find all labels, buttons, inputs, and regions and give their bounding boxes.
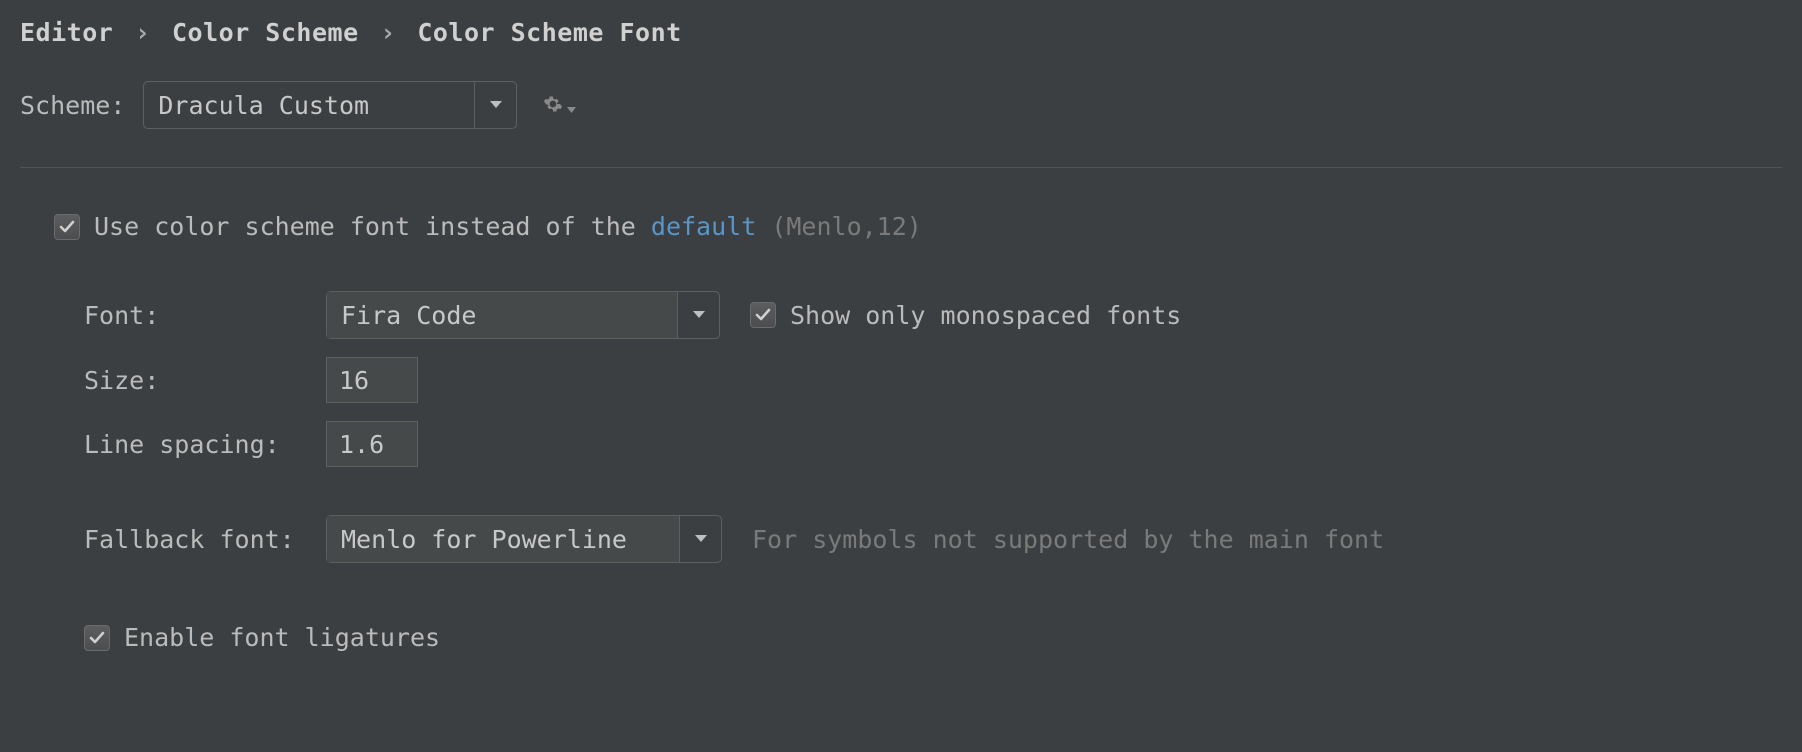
fallback-font-hint: For symbols not supported by the main fo… <box>752 525 1384 554</box>
scheme-label: Scheme: <box>20 91 125 120</box>
breadcrumb-item-color-scheme[interactable]: Color Scheme <box>172 18 359 47</box>
chevron-down-icon[interactable] <box>679 516 721 562</box>
scheme-select[interactable]: Dracula Custom <box>143 81 517 129</box>
breadcrumb: Editor › Color Scheme › Color Scheme Fon… <box>20 18 1782 47</box>
font-select-value: Fira Code <box>327 292 677 338</box>
breadcrumb-separator-icon: › <box>129 18 157 47</box>
chevron-down-icon[interactable] <box>677 292 719 338</box>
size-input[interactable]: 16 <box>326 357 418 403</box>
use-scheme-font-label: Use color scheme font instead of the <box>94 212 651 241</box>
fallback-font-value: Menlo for Powerline <box>327 516 679 562</box>
scheme-select-value: Dracula Custom <box>144 82 474 128</box>
line-spacing-label: Line spacing: <box>84 430 326 459</box>
fallback-font-select[interactable]: Menlo for Powerline <box>326 515 722 563</box>
line-spacing-input[interactable]: 1.6 <box>326 421 418 467</box>
default-font-link[interactable]: default <box>651 212 756 241</box>
chevron-down-small-icon <box>567 91 576 120</box>
default-font-info: (Menlo,12) <box>756 212 922 241</box>
breadcrumb-separator-icon: › <box>374 18 402 47</box>
scheme-settings-button[interactable] <box>543 91 576 120</box>
font-label: Font: <box>84 301 326 330</box>
show-monospaced-checkbox[interactable] <box>750 302 776 328</box>
use-scheme-font-checkbox[interactable] <box>54 214 80 240</box>
font-select[interactable]: Fira Code <box>326 291 720 339</box>
breadcrumb-item-editor[interactable]: Editor <box>20 18 113 47</box>
fallback-font-label: Fallback font: <box>84 525 326 554</box>
size-label: Size: <box>84 366 326 395</box>
show-monospaced-label: Show only monospaced fonts <box>790 301 1181 330</box>
enable-ligatures-checkbox[interactable] <box>84 625 110 651</box>
chevron-down-icon[interactable] <box>474 82 516 128</box>
gear-icon <box>543 91 563 120</box>
enable-ligatures-label: Enable font ligatures <box>124 623 440 652</box>
breadcrumb-item-color-scheme-font: Color Scheme Font <box>417 18 681 47</box>
